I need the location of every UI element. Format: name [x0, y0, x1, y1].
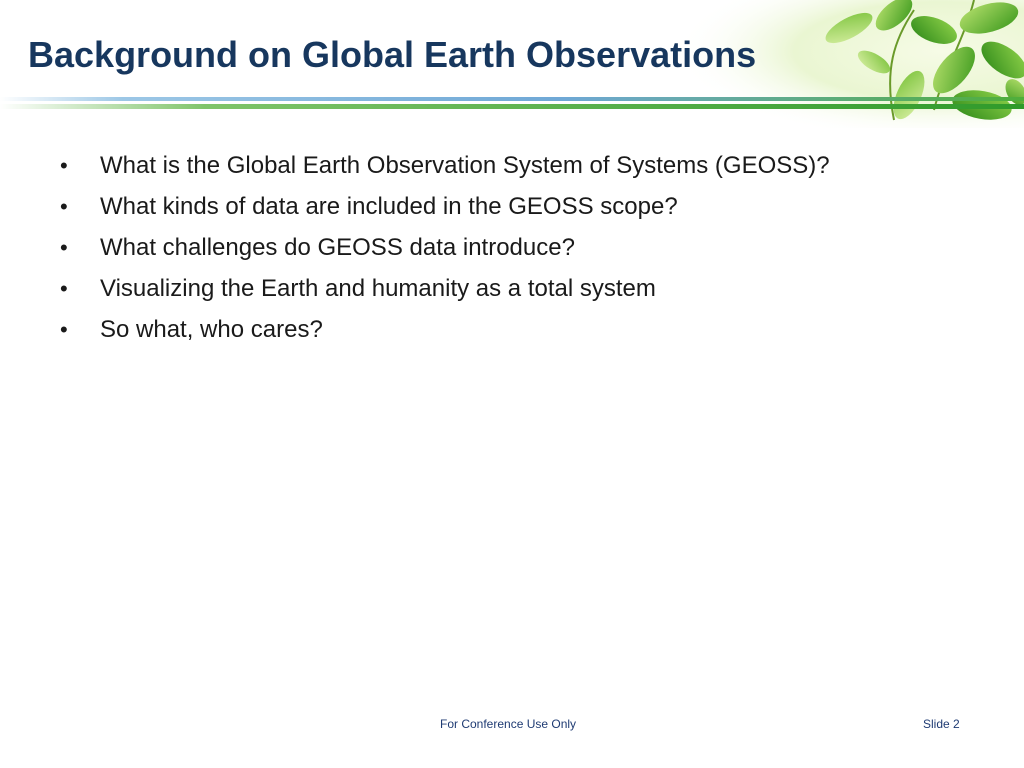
- bullet-item: • What challenges do GEOSS data introduc…: [60, 232, 860, 263]
- bullet-item: • What is the Global Earth Observation S…: [60, 150, 860, 181]
- bullet-item: • What kinds of data are included in the…: [60, 191, 860, 222]
- title-divider: [0, 97, 1024, 109]
- bullet-dot: •: [60, 276, 68, 301]
- slide: Background on Global Earth Observations …: [0, 0, 1024, 768]
- bullet-text: What challenges do GEOSS data introduce?: [100, 234, 575, 261]
- slide-title: Background on Global Earth Observations: [28, 34, 757, 75]
- bullet-item: • Visualizing the Earth and humanity as …: [60, 273, 860, 304]
- bullet-item: • So what, who cares?: [60, 314, 860, 345]
- bullet-dot: •: [60, 235, 68, 260]
- bullet-dot: •: [60, 317, 68, 342]
- bullet-text: So what, who cares?: [100, 316, 323, 343]
- bullet-dot: •: [60, 194, 68, 219]
- bullet-text: What kinds of data are included in the G…: [100, 193, 678, 220]
- bullet-list: • What is the Global Earth Observation S…: [60, 150, 860, 355]
- bullet-dot: •: [60, 153, 68, 178]
- bullet-text: Visualizing the Earth and humanity as a …: [100, 275, 656, 302]
- bullet-text: What is the Global Earth Observation Sys…: [100, 152, 830, 179]
- footer-confidentiality: For Conference Use Only: [440, 717, 577, 731]
- slide-number: Slide 2: [923, 717, 960, 731]
